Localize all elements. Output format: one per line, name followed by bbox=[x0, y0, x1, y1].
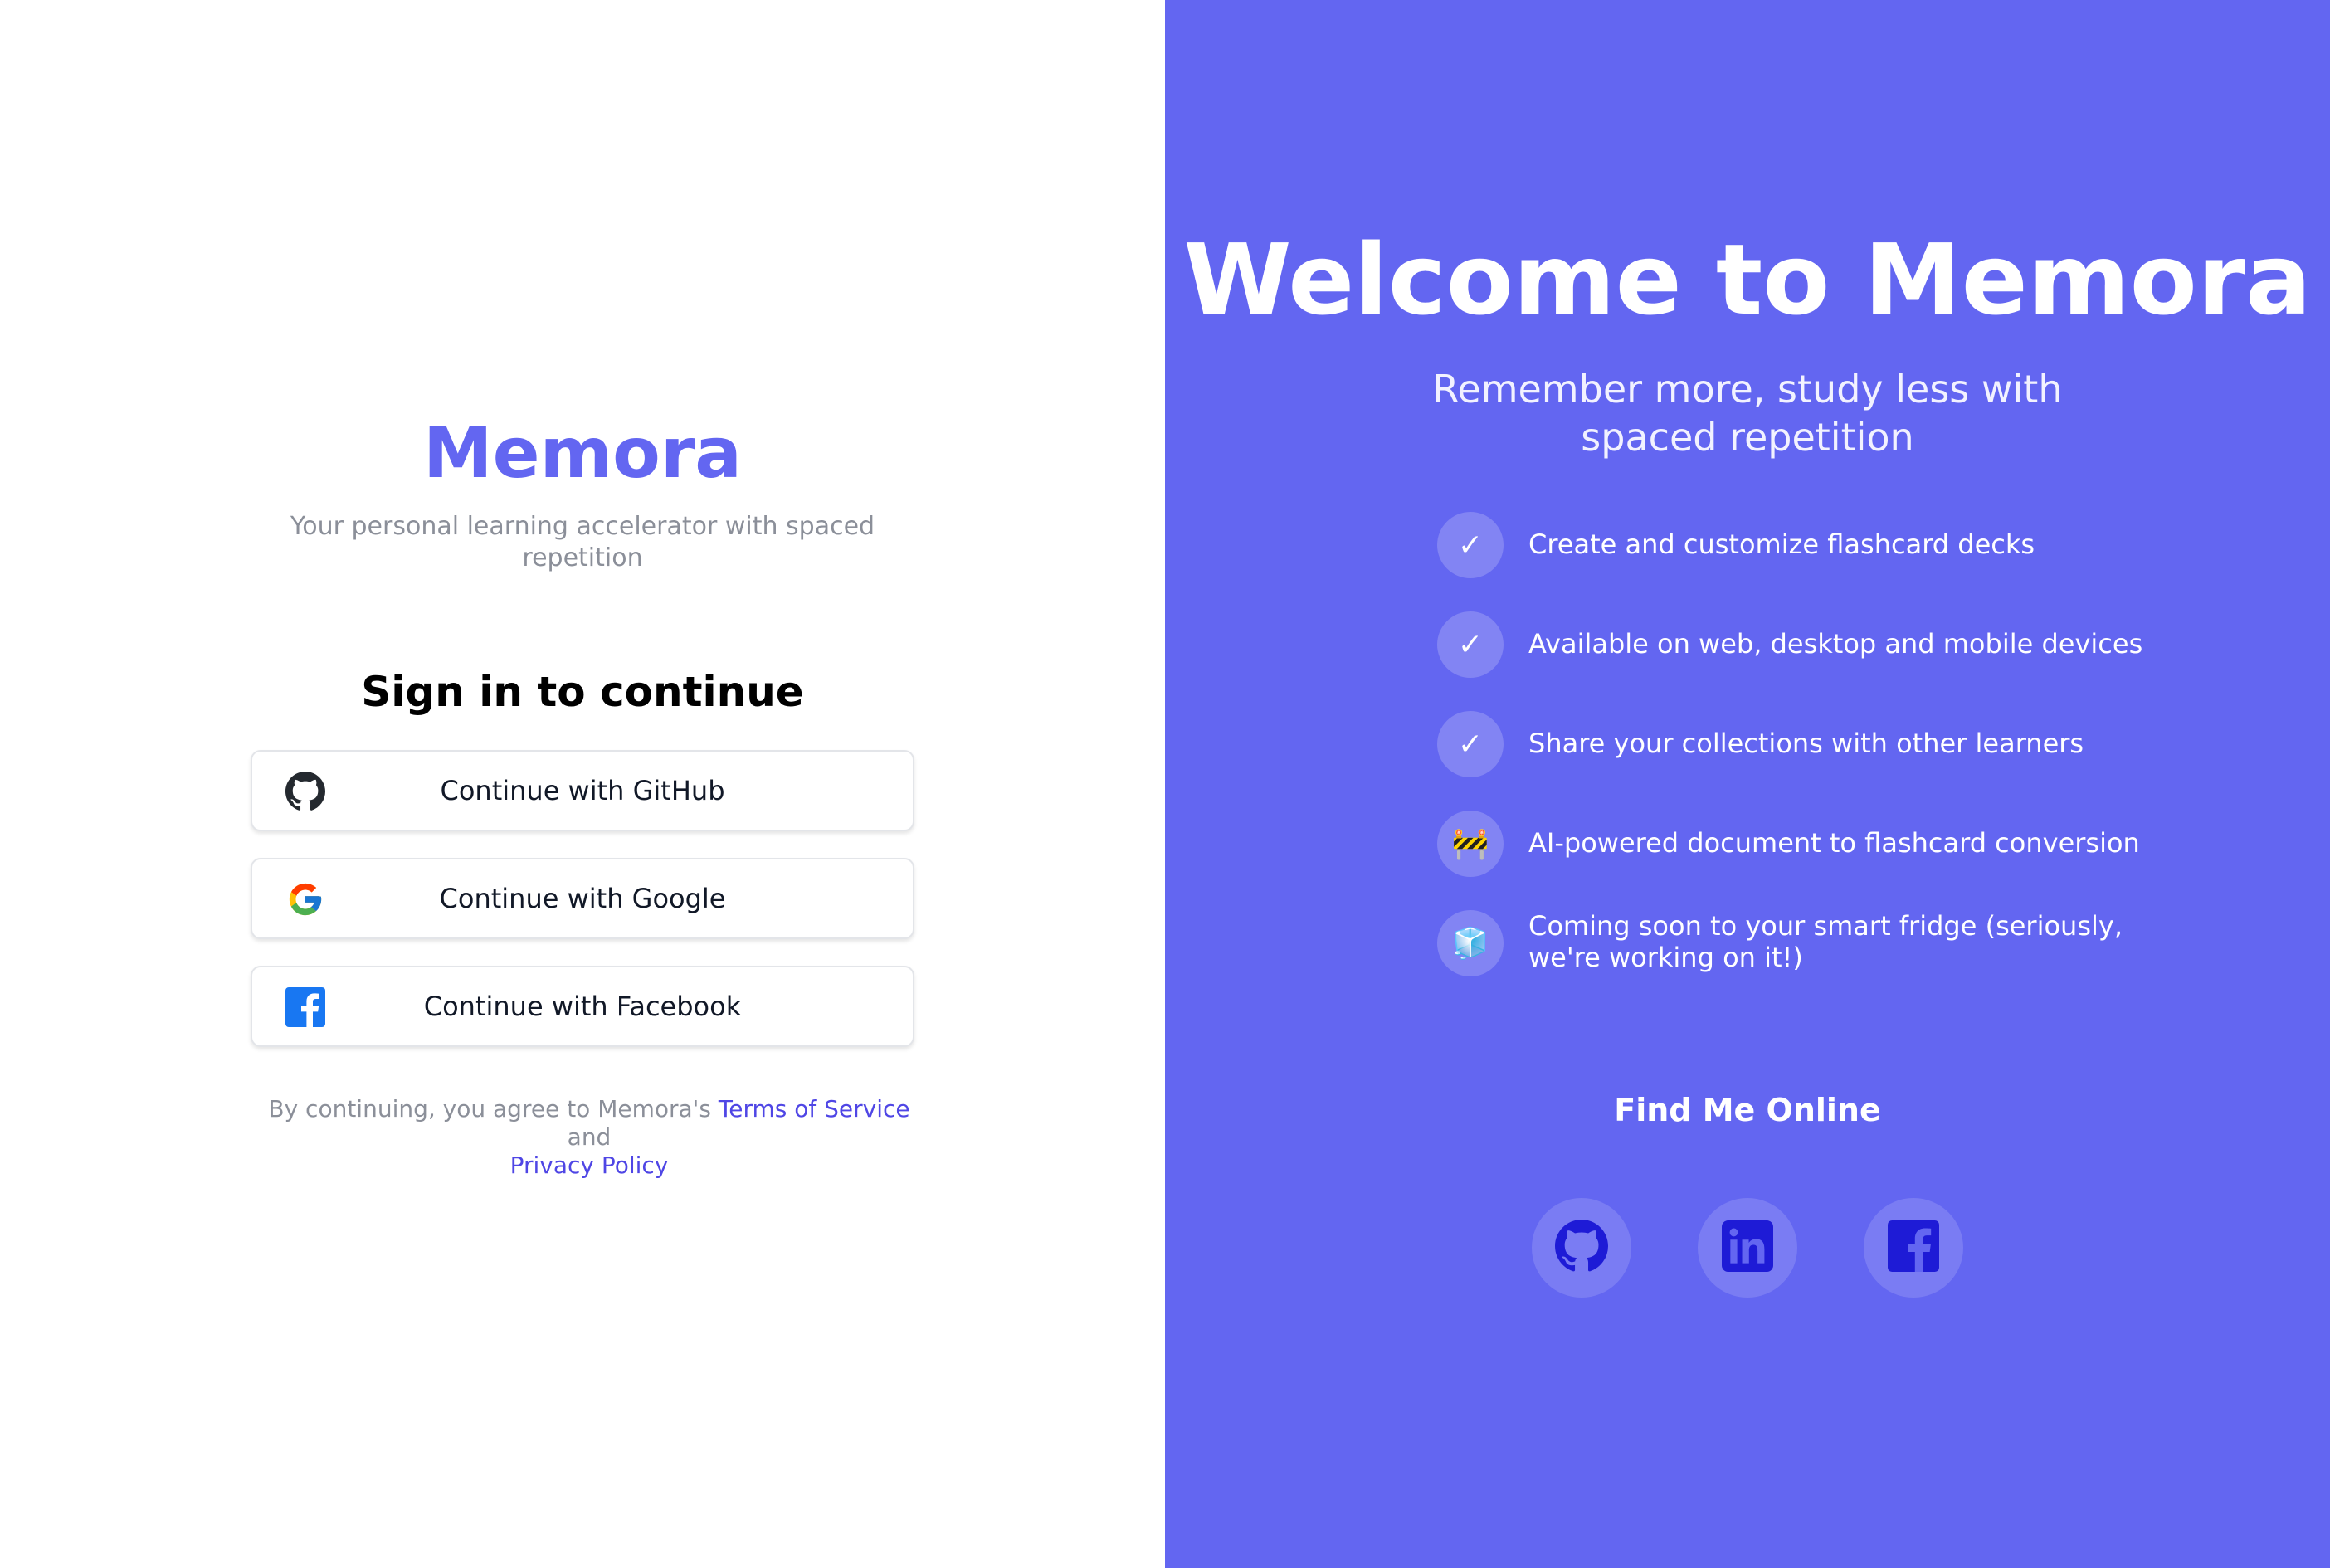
feature-text: Coming soon to your smart fridge (seriou… bbox=[1528, 910, 2123, 973]
privacy-policy-link[interactable]: Privacy Policy bbox=[510, 1152, 669, 1179]
feature-text: Create and customize flashcard decks bbox=[1528, 528, 2035, 560]
brand-tagline: Your personal learning accelerator with … bbox=[290, 512, 875, 572]
facebook-icon bbox=[285, 987, 325, 1027]
legal-prefix: By continuing, you agree to Memora's bbox=[268, 1095, 711, 1122]
github-button-label: Continue with GitHub bbox=[440, 775, 725, 806]
signin-container: Memora Your personal learning accelerato… bbox=[249, 407, 916, 1180]
social-links bbox=[1532, 1198, 1963, 1298]
brand-logo-text: Memora bbox=[423, 412, 742, 494]
google-button-label: Continue with Google bbox=[439, 883, 726, 914]
signin-panel: Memora Your personal learning accelerato… bbox=[0, 0, 1165, 1568]
github-icon bbox=[1555, 1220, 1608, 1276]
continue-with-github-button[interactable]: Continue with GitHub bbox=[251, 750, 914, 831]
google-icon bbox=[285, 879, 325, 919]
find-me-online-heading: Find Me Online bbox=[1614, 1092, 1881, 1128]
login-page: Memora Your personal learning accelerato… bbox=[0, 0, 2330, 1568]
feature-item: 🧊 Coming soon to your smart fridge (seri… bbox=[1437, 910, 2151, 1010]
terms-of-service-link[interactable]: Terms of Service bbox=[719, 1095, 910, 1122]
linkedin-icon bbox=[1722, 1220, 1773, 1275]
feature-item: ✓ Available on web, desktop and mobile d… bbox=[1437, 611, 2151, 711]
continue-with-google-button[interactable]: Continue with Google bbox=[251, 858, 914, 939]
feature-item: ✓ Create and customize flashcard decks bbox=[1437, 512, 2151, 611]
feature-text: Available on web, desktop and mobile dev… bbox=[1528, 628, 2143, 660]
welcome-heading: Welcome to Memora bbox=[1183, 222, 2312, 337]
continue-with-facebook-button[interactable]: Continue with Facebook bbox=[251, 966, 914, 1047]
feature-item: 🚧 AI-powered document to flashcard conve… bbox=[1437, 811, 2151, 910]
feature-text: Share your collections with other learne… bbox=[1528, 728, 2084, 759]
linkedin-social-link[interactable] bbox=[1698, 1198, 1797, 1298]
construction-icon: 🚧 bbox=[1437, 811, 1504, 877]
github-icon bbox=[285, 772, 325, 811]
ice-cube-icon: 🧊 bbox=[1437, 910, 1504, 976]
welcome-panel: Welcome to Memora Remember more, study l… bbox=[1165, 0, 2330, 1568]
check-icon: ✓ bbox=[1437, 512, 1504, 578]
legal-notice: By continuing, you agree to Memora's Ter… bbox=[249, 1095, 929, 1180]
check-icon: ✓ bbox=[1437, 611, 1504, 678]
feature-list: ✓ Create and customize flashcard decks ✓… bbox=[1437, 512, 2151, 1010]
facebook-button-label: Continue with Facebook bbox=[423, 991, 742, 1022]
feature-text: AI-powered document to flashcard convers… bbox=[1528, 827, 2140, 859]
feature-item: ✓ Share your collections with other lear… bbox=[1437, 711, 2151, 811]
welcome-subtitle: Remember more, study less with spaced re… bbox=[1432, 367, 2063, 460]
github-social-link[interactable] bbox=[1532, 1198, 1631, 1298]
facebook-icon bbox=[1888, 1220, 1939, 1275]
facebook-social-link[interactable] bbox=[1864, 1198, 1963, 1298]
check-icon: ✓ bbox=[1437, 711, 1504, 777]
signin-heading: Sign in to continue bbox=[361, 668, 804, 716]
legal-conjunction: and bbox=[567, 1123, 612, 1151]
